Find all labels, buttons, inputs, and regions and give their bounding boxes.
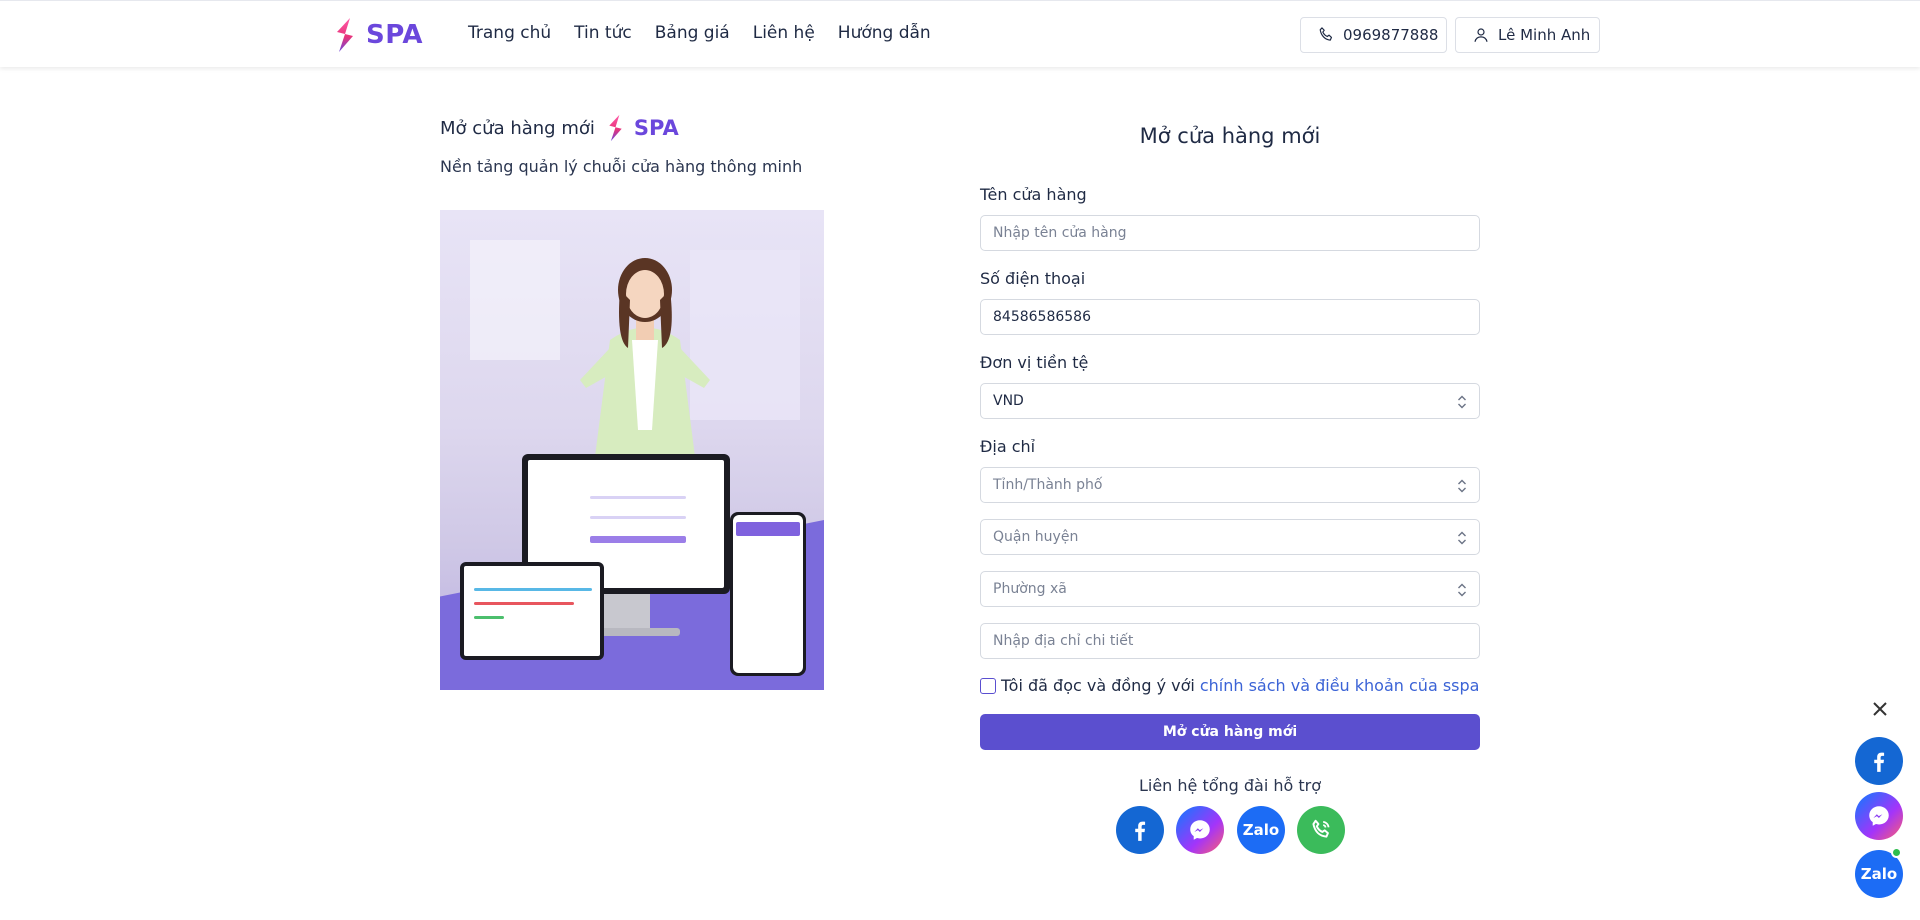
user-menu-button[interactable]: Lê Minh Anh xyxy=(1455,17,1600,53)
floating-messenger-button[interactable] xyxy=(1855,792,1903,840)
form-title: Mở cửa hàng mới xyxy=(1139,124,1321,148)
messenger-button[interactable] xyxy=(1176,806,1224,854)
district-select[interactable]: Quận huyện xyxy=(980,519,1480,555)
mock-bar xyxy=(474,588,592,591)
open-store-button[interactable]: Mở cửa hàng mới xyxy=(980,714,1480,750)
chevron-up-down-icon xyxy=(1458,531,1466,545)
mock-bar xyxy=(590,496,686,499)
call-button[interactable] xyxy=(1297,806,1345,854)
intro-title-text: Mở cửa hàng mới xyxy=(440,117,595,139)
currency-value: VND xyxy=(993,393,1024,409)
phone-mockup xyxy=(730,512,806,676)
brand-name: SPA xyxy=(366,20,424,50)
intro-brand: SPA xyxy=(633,116,679,140)
ward-placeholder: Phường xã xyxy=(993,581,1067,597)
nav-guide[interactable]: Hướng dẫn xyxy=(838,23,931,43)
currency-label: Đơn vị tiền tệ xyxy=(980,353,1089,372)
spa-logo-icon xyxy=(337,18,353,52)
mock-bar xyxy=(736,522,800,536)
messenger-icon xyxy=(1869,806,1889,826)
brand-logo[interactable]: SPA xyxy=(334,17,423,53)
intro-subtitle: Nền tảng quản lý chuỗi cửa hàng thông mi… xyxy=(440,157,803,176)
phone-label: Số điện thoại xyxy=(980,269,1086,288)
address-label: Địa chỉ xyxy=(980,437,1036,456)
nav-home[interactable]: Trang chủ xyxy=(468,23,551,43)
mock-bar xyxy=(590,516,686,519)
user-icon xyxy=(1474,28,1488,42)
mock-bar xyxy=(474,602,574,605)
terms-text: Tôi đã đọc và đồng ý với xyxy=(1001,676,1195,695)
intro-title: Mở cửa hàng mới SPA xyxy=(440,113,679,143)
chevron-up-down-icon xyxy=(1458,479,1466,493)
zalo-label: Zalo xyxy=(1242,821,1280,839)
address-detail-input[interactable]: Nhập địa chỉ chi tiết xyxy=(980,623,1480,659)
facebook-icon xyxy=(1135,821,1146,841)
tablet-mockup xyxy=(460,562,604,660)
support-label: Liên hệ tổng đài hỗ trợ xyxy=(1138,776,1322,795)
terms-agreement: Tôi đã đọc và đồng ý với chính sách và đ… xyxy=(980,676,1479,695)
online-status-dot xyxy=(1891,847,1902,858)
floating-zalo-label: Zalo xyxy=(1860,865,1898,883)
district-placeholder: Quận huyện xyxy=(993,529,1079,545)
province-placeholder: Tỉnh/Thành phố xyxy=(993,477,1103,493)
province-select[interactable]: Tỉnh/Thành phố xyxy=(980,467,1480,503)
floating-facebook-button[interactable] xyxy=(1855,737,1903,785)
mock-bar xyxy=(474,616,504,619)
nav-contact[interactable]: Liên hệ xyxy=(753,23,815,43)
ward-select[interactable]: Phường xã xyxy=(980,571,1480,607)
store-name-input[interactable]: Nhập tên cửa hàng xyxy=(980,215,1480,251)
hotline-button[interactable]: 0969877888 xyxy=(1300,17,1447,53)
close-icon[interactable] xyxy=(1871,700,1889,718)
monitor-stand xyxy=(600,594,650,630)
mock-bar xyxy=(590,536,686,543)
phone-icon xyxy=(1319,27,1333,41)
hero-window xyxy=(470,240,560,360)
phone-input[interactable]: 84586586586 xyxy=(980,299,1480,335)
store-name-label: Tên cửa hàng xyxy=(980,185,1087,204)
nav-news[interactable]: Tin tức xyxy=(574,23,632,43)
main-nav: Trang chủ Tin tức Bảng giá Liên hệ Hướng… xyxy=(468,23,954,43)
chevron-up-down-icon xyxy=(1458,583,1466,597)
hotline-number: 0969877888 xyxy=(1343,26,1439,44)
zalo-button[interactable]: Zalo xyxy=(1237,806,1285,854)
spa-logo-icon xyxy=(609,114,622,142)
phone-call-icon xyxy=(1312,819,1330,838)
terms-link[interactable]: chính sách và điều khoản của sspa xyxy=(1200,676,1480,695)
hero-illustration xyxy=(440,210,824,690)
facebook-icon xyxy=(1874,752,1885,772)
messenger-icon xyxy=(1190,820,1210,840)
user-name: Lê Minh Anh xyxy=(1498,26,1591,44)
nav-pricing[interactable]: Bảng giá xyxy=(655,23,730,43)
chevron-up-down-icon xyxy=(1458,395,1466,409)
terms-checkbox[interactable] xyxy=(980,677,996,694)
top-header: SPA Trang chủ Tin tức Bảng giá Liên hệ H… xyxy=(0,0,1920,67)
currency-select[interactable]: VND xyxy=(980,383,1480,419)
facebook-button[interactable] xyxy=(1116,806,1164,854)
